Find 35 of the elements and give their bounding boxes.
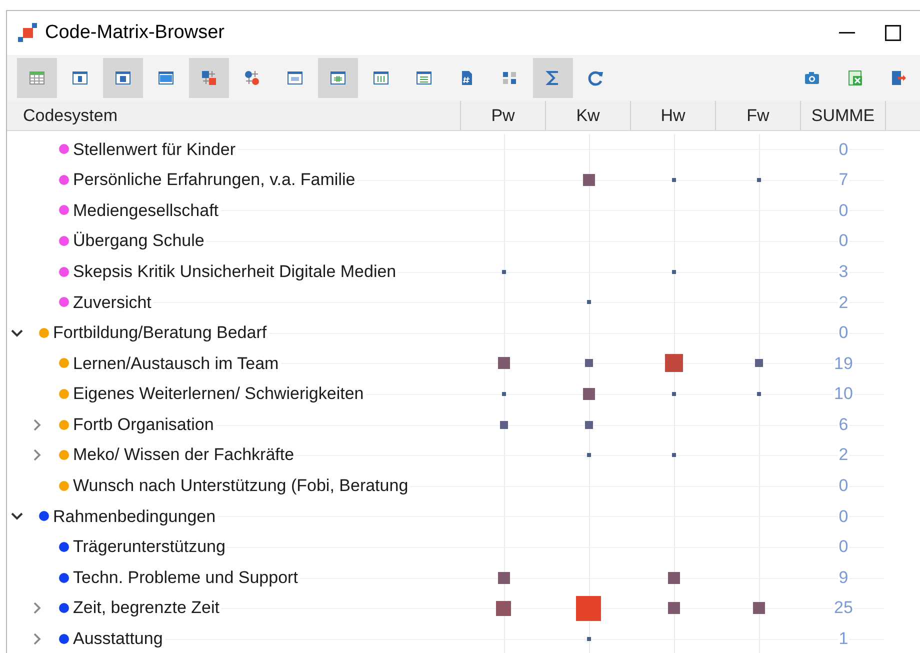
column-header[interactable]: Codesystem xyxy=(7,101,461,130)
column-icon xyxy=(114,69,132,87)
squares-icon xyxy=(200,69,218,87)
column-header[interactable]: Pw xyxy=(461,101,546,130)
rows-icon xyxy=(415,69,433,87)
number-table-icon xyxy=(286,69,304,87)
column-header[interactable]: Hw xyxy=(631,101,716,130)
column-header[interactable]: Kw xyxy=(546,101,631,130)
column-icon xyxy=(157,69,175,87)
column-icon xyxy=(71,69,89,87)
column-header[interactable]: Fw xyxy=(716,101,801,130)
window-title: Code-Matrix-Browser xyxy=(45,20,224,45)
grid-icon xyxy=(329,69,347,87)
chevron-right-icon[interactable] xyxy=(31,632,43,645)
chevron-right-icon[interactable] xyxy=(31,602,43,614)
chevron-right-icon[interactable] xyxy=(31,418,43,431)
table-icon xyxy=(28,69,46,87)
columns-icon xyxy=(372,69,390,87)
chevron-right-icon[interactable] xyxy=(31,449,43,462)
matrix-icon xyxy=(501,69,519,87)
spreadsheet-export-icon xyxy=(846,69,864,87)
refresh-icon xyxy=(587,69,605,87)
app-logo-icon xyxy=(17,22,39,44)
toolbar-button[interactable] xyxy=(533,58,573,98)
chevron-down-icon[interactable] xyxy=(11,510,23,522)
circles-icon xyxy=(243,69,261,87)
toolbar-button[interactable] xyxy=(318,58,358,98)
maximize-icon xyxy=(885,25,901,41)
toolbar-button[interactable] xyxy=(189,58,229,98)
minimize-icon xyxy=(839,32,855,34)
column-header[interactable]: SUMME xyxy=(801,101,886,130)
camera-icon xyxy=(803,69,821,87)
toolbar-button[interactable] xyxy=(17,58,57,98)
toolbar-button[interactable] xyxy=(103,58,143,98)
export-icon xyxy=(889,69,907,87)
